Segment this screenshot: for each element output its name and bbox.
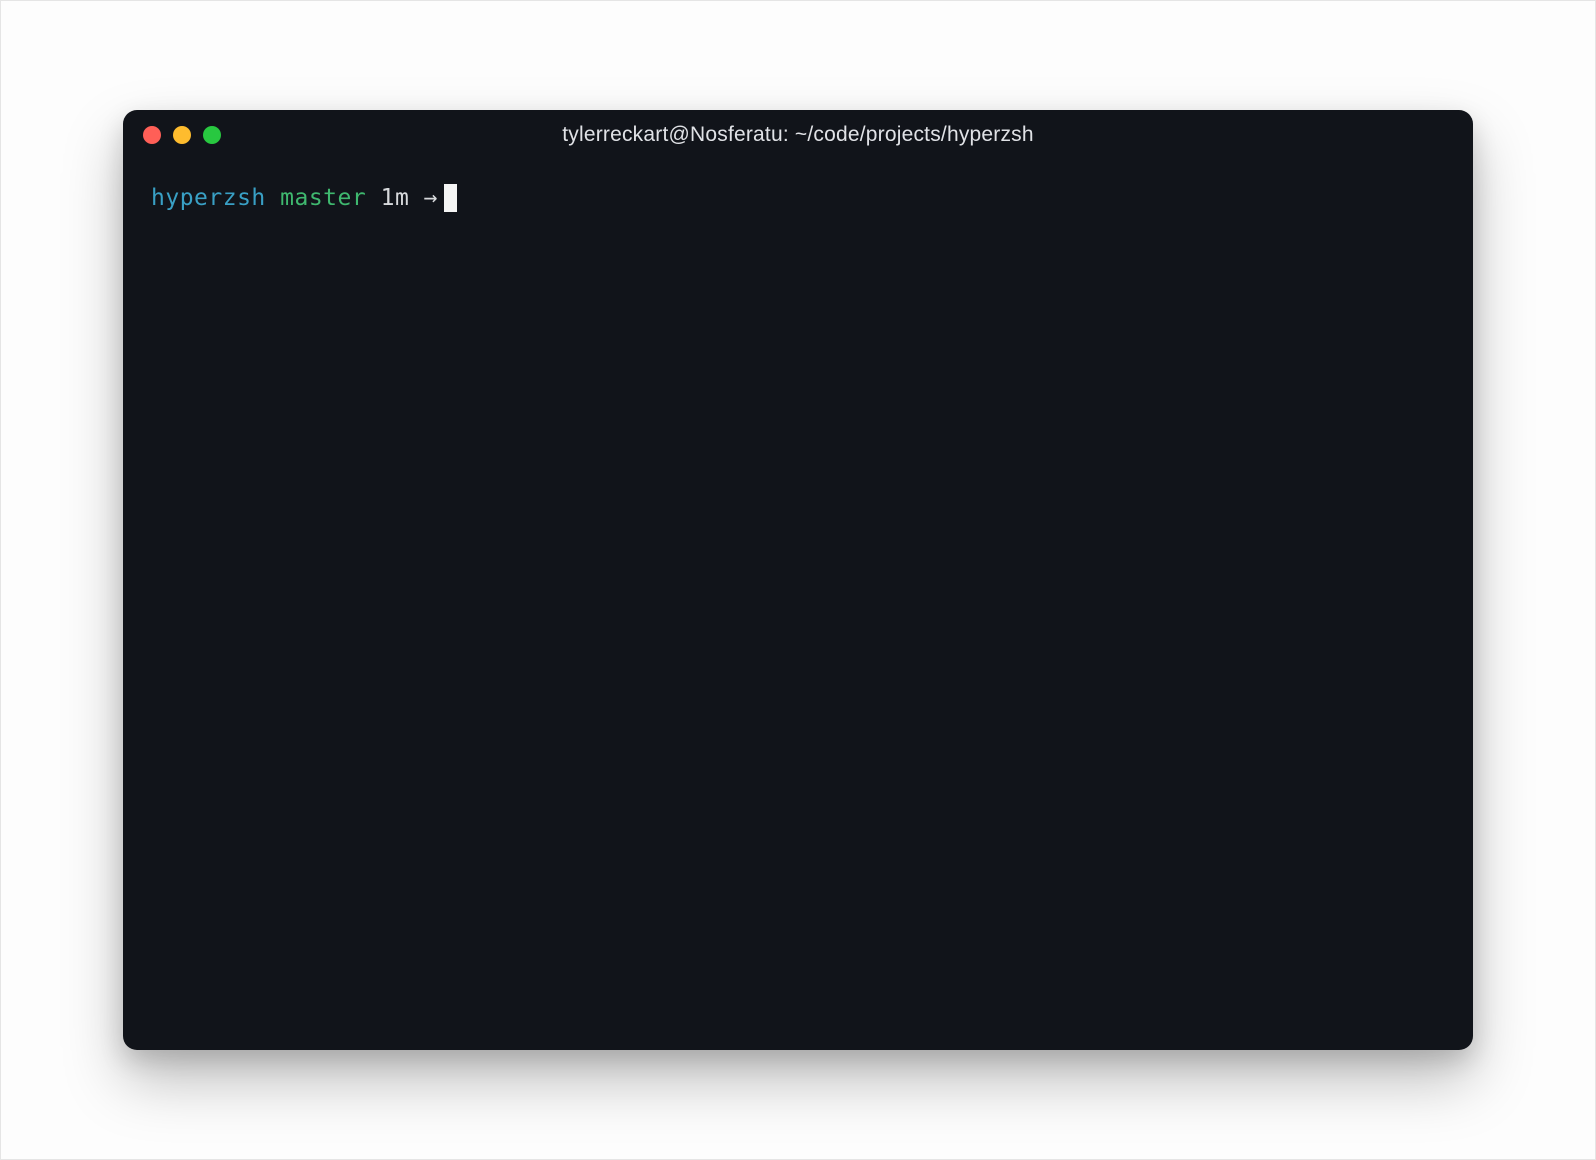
prompt-git-branch: master	[280, 182, 366, 214]
window-title: tylerreckart@Nosferatu: ~/code/projects/…	[123, 123, 1473, 147]
terminal-window: tylerreckart@Nosferatu: ~/code/projects/…	[123, 110, 1473, 1050]
close-button[interactable]	[143, 126, 161, 144]
title-bar: tylerreckart@Nosferatu: ~/code/projects/…	[123, 110, 1473, 160]
terminal-body[interactable]: hyperzsh master 1m →	[123, 160, 1473, 1050]
prompt-arrow-icon: →	[424, 182, 438, 214]
prompt-elapsed-time: 1m	[381, 182, 410, 214]
maximize-button[interactable]	[203, 126, 221, 144]
cursor-icon	[444, 184, 457, 212]
prompt-directory: hyperzsh	[151, 182, 266, 214]
minimize-button[interactable]	[173, 126, 191, 144]
prompt-line: hyperzsh master 1m →	[151, 182, 1445, 214]
window-controls	[143, 126, 221, 144]
